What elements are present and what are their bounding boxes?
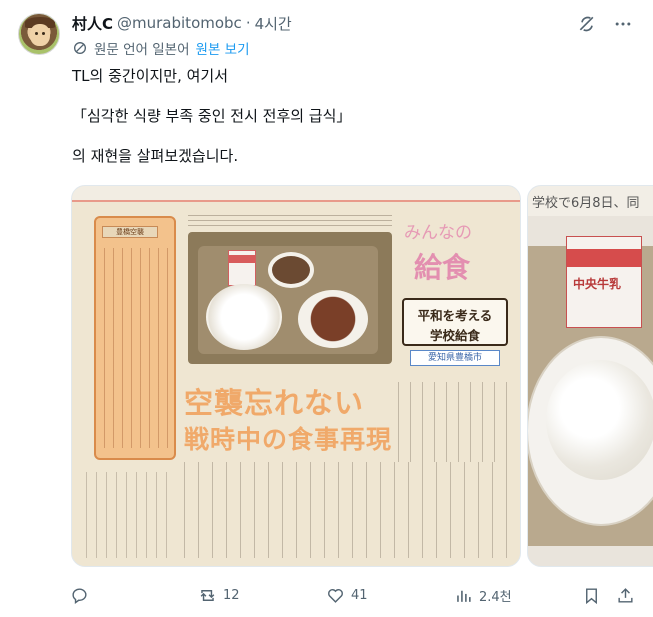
logo-small-text: みんなの	[404, 223, 472, 243]
top-icons	[577, 14, 633, 34]
like-count: 41	[351, 587, 368, 603]
reply-icon	[72, 588, 87, 604]
subtitle-line-1: 平和を考える	[417, 308, 493, 323]
bookmark-button[interactable]	[582, 582, 601, 608]
tweet-line-2: 「심각한 식량 부족 중인 전시 전후의 급식」	[72, 107, 352, 125]
tweet-time[interactable]: 4시간	[255, 13, 292, 34]
city-label: 愛知県豊橋市	[410, 350, 500, 366]
analytics-icon	[457, 590, 471, 602]
article-text-bottom	[184, 462, 512, 558]
meal-photo	[188, 232, 392, 364]
avatar-eye-left	[35, 32, 38, 35]
translate-icon	[74, 42, 86, 54]
newspaper-top-strip	[72, 186, 520, 202]
view-count: 2.4천	[479, 589, 512, 605]
like-button[interactable]: 41	[326, 582, 368, 608]
side-dish-bowl	[298, 290, 368, 348]
show-original-link[interactable]: 원본 보기	[196, 38, 250, 58]
bookmark-icon	[586, 587, 597, 604]
closeup-rice	[546, 360, 653, 480]
separator-dot: ·	[245, 14, 251, 32]
retweet-count: 12	[223, 587, 240, 603]
newspaper-photo[interactable]: 豊橋空襲 みんなの 給食 平和を考える 学校給食 愛知県豊橋市 空襲忘れない 戦…	[71, 185, 521, 567]
author-handle[interactable]: @murabitomobc	[117, 14, 242, 32]
milk-carton	[228, 250, 256, 286]
avatar-face	[30, 24, 50, 46]
retweet-button[interactable]: 12	[198, 582, 240, 608]
views-button[interactable]: 2.4천	[454, 582, 512, 608]
headline-line-1: 空襲忘れない	[184, 386, 365, 420]
share-button[interactable]	[616, 582, 635, 608]
avatar-eye-right	[42, 32, 45, 35]
closeup-top-text: 学校で6月8日、同	[532, 196, 640, 211]
subtitle-box: 平和を考える 学校給食	[402, 298, 508, 346]
article-text-left	[86, 472, 176, 558]
tweet-header: 村人C @murabitomobc · 4시간	[72, 12, 292, 34]
meal-tray	[198, 246, 378, 354]
closeup-photo[interactable]: 学校で6月8日、同 中央牛乳	[527, 185, 653, 567]
headline-line-2: 戦時中の食事再現	[184, 425, 393, 454]
closeup-top-band: 学校で6月8日、同	[528, 186, 653, 216]
reply-button[interactable]	[70, 582, 95, 608]
side-box-text	[104, 248, 168, 448]
closeup-milk-carton: 中央牛乳	[566, 236, 642, 328]
retweet-icon	[200, 589, 215, 601]
action-bar: 12 41 2.4천	[70, 582, 640, 608]
kyushoku-logo: みんなの 給食	[404, 212, 514, 294]
soup-bowl	[268, 252, 314, 288]
rice-bowl	[206, 284, 282, 350]
avatar[interactable]	[18, 13, 60, 55]
source-language-text: 원문 언어 일본어	[94, 42, 190, 58]
media-carousel: 豊橋空襲 みんなの 給食 平和を考える 学校給食 愛知県豊橋市 空襲忘れない 戦…	[71, 185, 653, 567]
more-icon[interactable]	[613, 14, 633, 34]
logo-big-text: 給食	[414, 251, 471, 284]
closeup-milk-label: 中央牛乳	[573, 277, 622, 291]
side-column-box: 豊橋空襲	[94, 216, 176, 460]
grok-icon[interactable]	[577, 14, 597, 34]
translation-row: 원문 언어 일본어 원본 보기	[72, 38, 250, 58]
side-box-title: 豊橋空襲	[102, 226, 158, 238]
subtitle-line-2: 学校給食	[429, 328, 480, 343]
tweet-line-3: 의 재현을 살펴보겠습니다.	[72, 147, 239, 165]
tweet-text: TL의 중간이지만, 여기서 「심각한 식량 부족 중인 전시 전후의 급식」 …	[72, 66, 632, 166]
photo-caption-text	[188, 212, 392, 226]
article-text-right	[398, 382, 514, 462]
heart-icon	[328, 588, 343, 603]
share-icon	[618, 587, 633, 603]
author-name[interactable]: 村人C	[72, 13, 113, 34]
tweet-line-1: TL의 중간이지만, 여기서	[72, 67, 229, 85]
